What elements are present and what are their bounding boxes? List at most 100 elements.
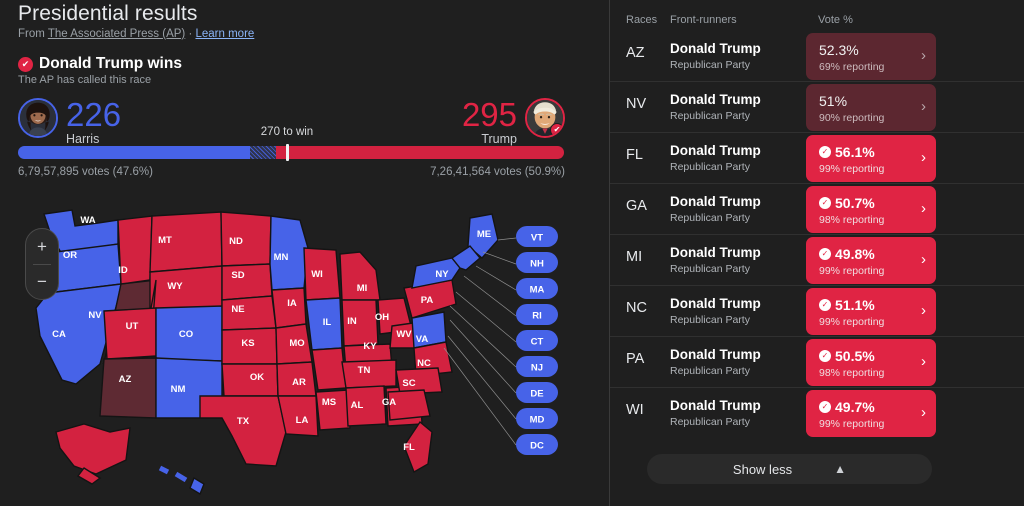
map-state-label-wv[interactable]: WV	[396, 329, 412, 340]
map-state-label-pa[interactable]: PA	[421, 295, 434, 306]
race-row-az[interactable]: AZ Donald Trump Republican Party 52.3% 69% r…	[610, 31, 1024, 82]
check-circle-icon: ✓	[819, 401, 831, 413]
show-less-label: Show less	[732, 461, 793, 477]
race-state-code: NC	[626, 300, 647, 316]
race-state-code: NV	[626, 96, 647, 112]
race-row-wi[interactable]: WI Donald Trump Republican Party ✓ 49.7% 99% …	[610, 388, 1024, 439]
map-state-label-ar[interactable]: AR	[292, 377, 306, 388]
electoral-progress-bar: 270 to win	[18, 126, 564, 161]
map-state-label-il[interactable]: IL	[323, 317, 332, 328]
race-candidate-party: Republican Party	[670, 365, 750, 377]
race-row-mi[interactable]: MI Donald Trump Republican Party ✓ 49.8% 99% …	[610, 235, 1024, 286]
map-state-label-id[interactable]: ID	[118, 265, 128, 276]
race-reporting: 69% reporting	[819, 61, 885, 73]
chevron-right-icon[interactable]: ›	[921, 201, 926, 216]
map-state-label-mo[interactable]: MO	[289, 338, 304, 349]
show-less-button[interactable]: Show less ▲	[647, 454, 932, 484]
race-candidate-party: Republican Party	[670, 263, 750, 275]
harris-name: Harris	[66, 132, 100, 146]
map-state-label-ny[interactable]: NY	[435, 269, 449, 280]
map-state-label-nv[interactable]: NV	[88, 310, 102, 321]
map-state-label-ut[interactable]: UT	[126, 321, 139, 332]
chevron-right-icon[interactable]: ›	[921, 150, 926, 165]
map-state-label-mt[interactable]: MT	[158, 235, 172, 246]
column-header-races: Races	[626, 14, 658, 26]
map-state-label-al[interactable]: AL	[351, 400, 364, 411]
map-state-label-la[interactable]: LA	[296, 415, 309, 426]
chevron-right-icon[interactable]: ›	[921, 303, 926, 318]
race-pct-line: ✓ 51.1%	[819, 297, 875, 313]
race-row-ga[interactable]: GA Donald Trump Republican Party ✓ 50.7% 98% …	[610, 184, 1024, 235]
race-row-pa[interactable]: PA Donald Trump Republican Party ✓ 50.5% 98% …	[610, 337, 1024, 388]
map-state-label-tx[interactable]: TX	[237, 416, 250, 427]
map-state-label-ok[interactable]: OK	[250, 372, 264, 383]
race-row-nv[interactable]: NV Donald Trump Republican Party 51% 90% rep…	[610, 82, 1024, 133]
race-vote-box: ✓ 56.1% 99% reporting ›	[806, 135, 936, 182]
map-state-label-ks[interactable]: KS	[241, 338, 254, 349]
map-state-label-oh[interactable]: OH	[375, 312, 389, 323]
map-state-label-ga[interactable]: GA	[382, 397, 396, 408]
map-state-label-me[interactable]: ME	[477, 229, 491, 240]
check-circle-icon: ✓	[819, 248, 831, 260]
race-vote-pct: 51.1%	[835, 297, 875, 313]
map-state-label-wa[interactable]: WA	[80, 215, 95, 226]
map-state-label-nm[interactable]: NM	[171, 384, 186, 395]
map-state-label-az[interactable]: AZ	[119, 374, 132, 385]
race-row-nc[interactable]: NC Donald Trump Republican Party ✓ 51.1% 99% …	[610, 286, 1024, 337]
race-vote-box: 52.3% 69% reporting ›	[806, 33, 936, 80]
race-row-fl[interactable]: FL Donald Trump Republican Party ✓ 56.1% 99% …	[610, 133, 1024, 184]
race-pct-line: ✓ 50.5%	[819, 348, 875, 364]
map-state-label-wy[interactable]: WY	[167, 281, 183, 292]
map-state-label-wi[interactable]: WI	[311, 269, 323, 280]
chevron-right-icon[interactable]: ›	[921, 354, 926, 369]
race-candidate-party: Republican Party	[670, 161, 750, 173]
map-callout-label-ct: CT	[531, 337, 544, 348]
chevron-right-icon[interactable]: ›	[921, 252, 926, 267]
map-state-label-ms[interactable]: MS	[322, 397, 336, 408]
race-vote-box: ✓ 49.8% 99% reporting ›	[806, 237, 936, 284]
presidential-results-widget: Presidential results From The Associated…	[0, 0, 1024, 506]
check-circle-icon: ✓	[819, 146, 831, 158]
chevron-right-icon[interactable]: ›	[921, 405, 926, 420]
harris-electoral-votes: 226	[66, 96, 122, 133]
source-link[interactable]: The Associated Press (AP)	[48, 28, 185, 40]
learn-more-link[interactable]: Learn more	[195, 28, 254, 40]
map-state-label-nd[interactable]: ND	[229, 236, 243, 247]
map-state-label-ia[interactable]: IA	[287, 298, 297, 309]
minus-icon[interactable]: −	[26, 264, 58, 299]
map-state-label-mi[interactable]: MI	[357, 283, 368, 294]
candidate-trump: ✔ 295 Trump	[462, 98, 565, 146]
candidate-harris: 226 Harris	[18, 98, 121, 146]
race-reporting: 99% reporting	[819, 265, 885, 277]
map-callout-label-md: MD	[530, 415, 545, 426]
map-state-label-va[interactable]: VA	[416, 334, 429, 345]
trump-avatar: ✔	[525, 98, 565, 138]
map-state-label-or[interactable]: OR	[63, 250, 77, 261]
map-state-label-ne[interactable]: NE	[231, 304, 244, 315]
chevron-right-icon[interactable]: ›	[921, 99, 926, 114]
map-state-label-ca[interactable]: CA	[52, 329, 66, 340]
source-prefix: From	[18, 28, 48, 40]
undecided-progress-segment	[250, 146, 276, 159]
map-state-label-sc[interactable]: SC	[402, 378, 415, 389]
races-panel: Races Front-runners Vote % AZ Donald Trum…	[609, 0, 1024, 506]
map-zoom-controls[interactable]: + −	[25, 228, 59, 300]
map-callout-label-ma: MA	[530, 285, 545, 296]
map-state-label-fl[interactable]: FL	[403, 442, 415, 453]
map-state-label-in[interactable]: IN	[347, 316, 357, 327]
race-vote-box: ✓ 51.1% 99% reporting ›	[806, 288, 936, 335]
map-state-label-ky[interactable]: KY	[363, 341, 377, 352]
harris-avatar	[18, 98, 58, 138]
map-state-label-tn[interactable]: TN	[358, 365, 371, 376]
map-state-label-mn[interactable]: MN	[274, 252, 289, 263]
map-state-label-co[interactable]: CO	[179, 329, 193, 340]
map-state-label-sd[interactable]: SD	[231, 270, 244, 281]
map-state-label-nc[interactable]: NC	[417, 358, 431, 369]
plus-icon[interactable]: +	[26, 229, 58, 264]
chevron-right-icon[interactable]: ›	[921, 48, 926, 63]
race-pct-line: ✓ 49.7%	[819, 399, 875, 415]
race-vote-pct: 50.5%	[835, 348, 875, 364]
us-results-map[interactable]: WA OR CA NV ID MT WY UT CO AZ NM ND SD NE KS OK TX MN IA MO…	[0, 196, 609, 506]
check-circle-icon: ✓	[819, 299, 831, 311]
race-candidate-name: Donald Trump	[670, 143, 761, 158]
